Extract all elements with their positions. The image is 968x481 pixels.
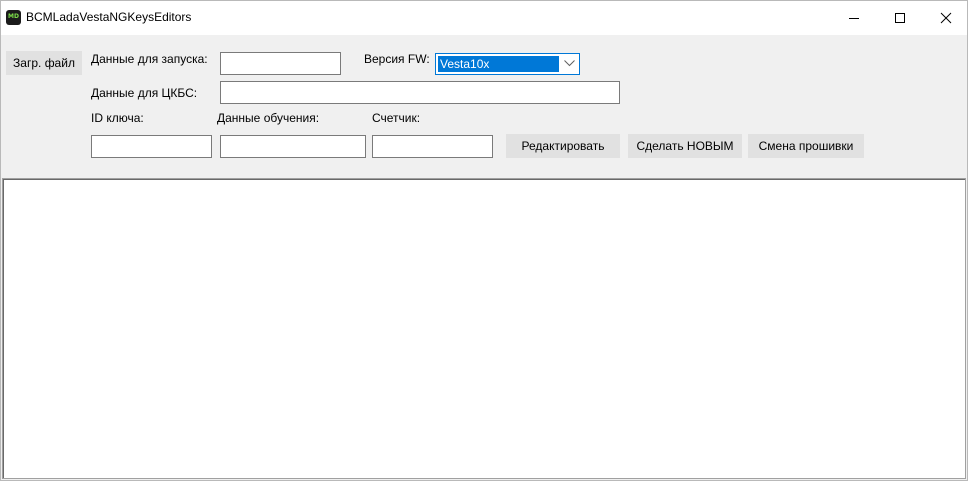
- ckbs-data-label: Данные для ЦКБС:: [91, 86, 198, 100]
- maximize-button[interactable]: [877, 1, 923, 35]
- close-button[interactable]: [923, 1, 968, 35]
- minimize-button[interactable]: [831, 1, 877, 35]
- app-icon-text: MD: [8, 13, 19, 20]
- ckbs-data-input[interactable]: [220, 81, 620, 104]
- key-id-input[interactable]: [91, 135, 212, 158]
- output-textarea[interactable]: [2, 178, 966, 479]
- app-icon: MD: [6, 10, 21, 25]
- change-firmware-button[interactable]: Смена прошивки: [748, 134, 864, 158]
- training-data-input[interactable]: [220, 135, 366, 158]
- fw-version-label: Версия FW:: [364, 52, 430, 66]
- maximize-icon: [895, 13, 905, 23]
- minimize-icon: [849, 18, 859, 19]
- counter-input[interactable]: [372, 135, 493, 158]
- launch-data-input[interactable]: [220, 52, 341, 75]
- training-data-label: Данные обучения:: [217, 111, 320, 125]
- counter-label: Счетчик:: [372, 111, 421, 125]
- edit-button[interactable]: Редактировать: [506, 134, 620, 158]
- chevron-down-icon: [564, 60, 575, 67]
- load-file-button[interactable]: Загр. файл: [6, 51, 82, 75]
- make-new-button[interactable]: Сделать НОВЫМ: [628, 134, 742, 158]
- controls-panel: Загр. файл Данные для запуска: Версия FW…: [2, 35, 966, 177]
- fw-version-select[interactable]: Vesta10x: [435, 53, 580, 75]
- close-icon: [940, 12, 952, 24]
- window-title: BCMLadaVestaNGKeysEditors: [26, 10, 192, 24]
- main-window: MD BCMLadaVestaNGKeysEditors Загр. файл …: [0, 0, 968, 481]
- key-id-label: ID ключа:: [91, 111, 144, 125]
- launch-data-label: Данные для запуска:: [91, 52, 208, 66]
- fw-version-selected-value: Vesta10x: [438, 56, 559, 72]
- title-bar[interactable]: MD BCMLadaVestaNGKeysEditors: [1, 1, 967, 35]
